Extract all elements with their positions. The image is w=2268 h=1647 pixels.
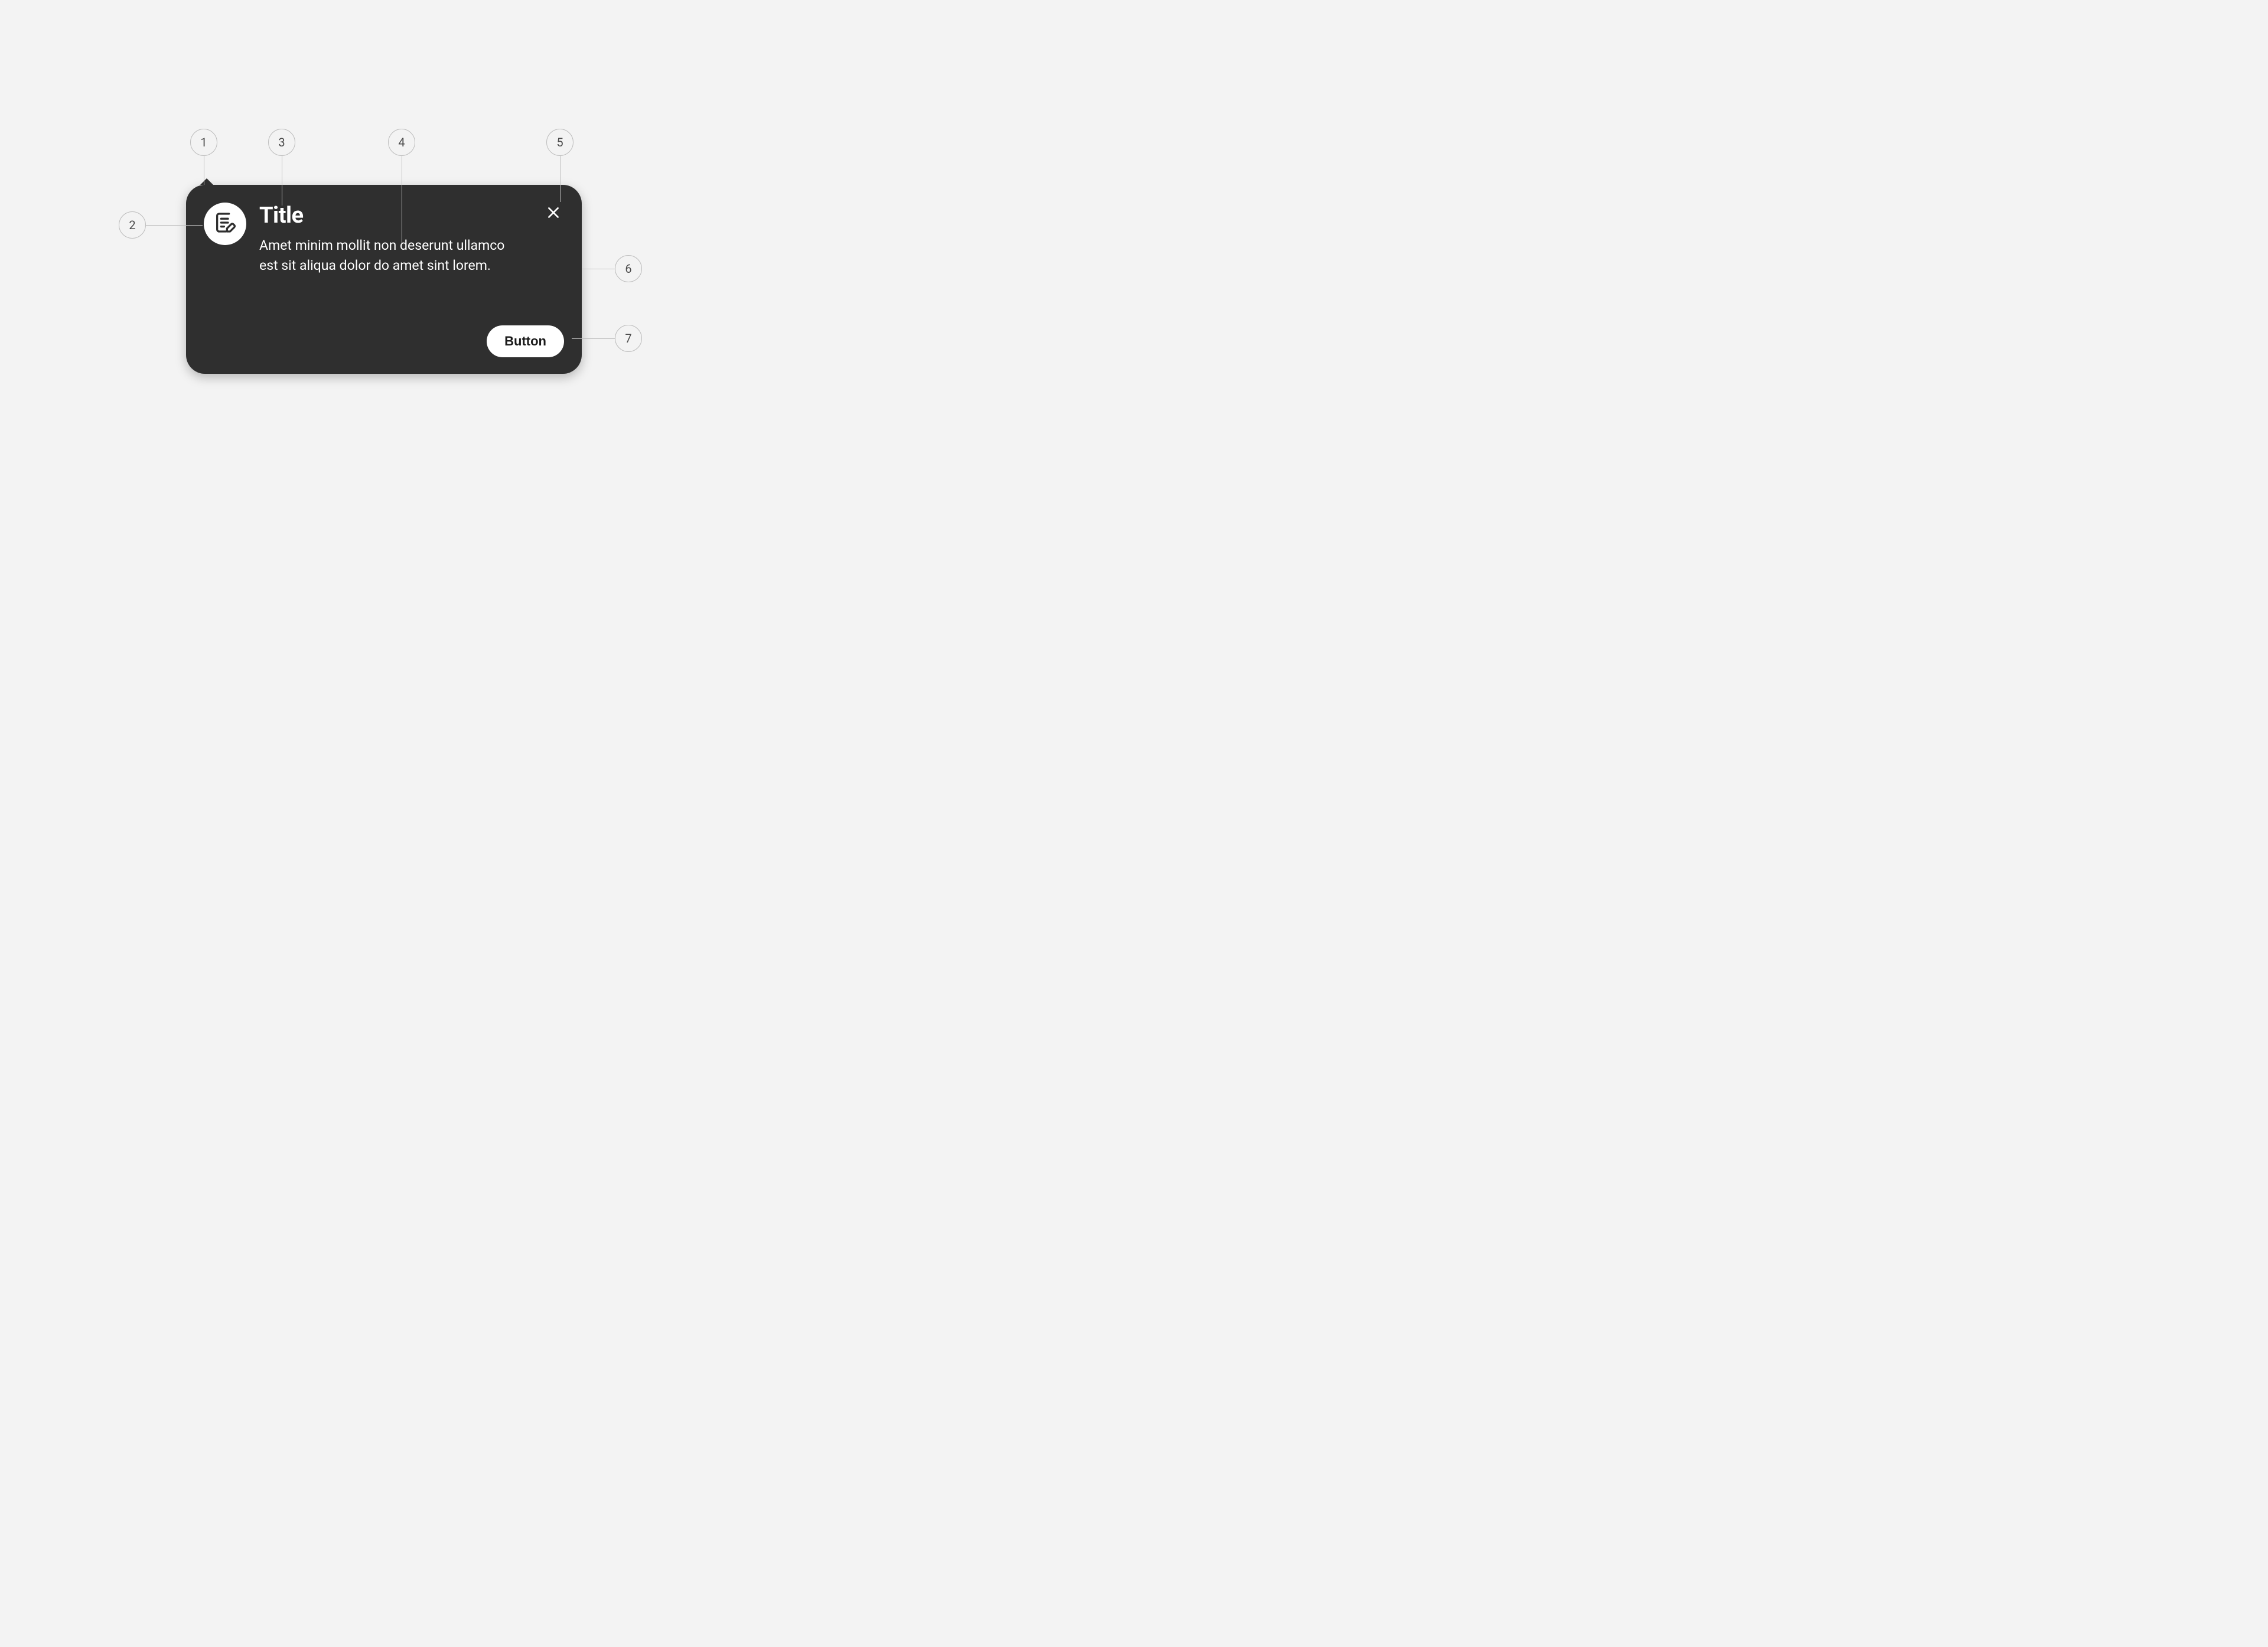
annotation-marker-2: 2 bbox=[119, 211, 146, 239]
annotation-marker-4: 4 bbox=[388, 129, 415, 156]
annotation-marker-6: 6 bbox=[615, 255, 642, 282]
close-button[interactable] bbox=[542, 201, 565, 225]
close-icon bbox=[546, 205, 561, 222]
edit-note-icon bbox=[213, 211, 237, 237]
popover-container: Title Amet minim mollit non deserunt ull… bbox=[186, 185, 582, 374]
leader-line bbox=[560, 156, 561, 202]
popover-description: Amet minim mollit non deserunt ullamco e… bbox=[259, 236, 513, 276]
popover-media-icon-container bbox=[204, 203, 246, 245]
annotation-marker-7: 7 bbox=[615, 325, 642, 352]
diagram-stage: 1 2 3 4 5 6 7 bbox=[0, 0, 756, 549]
leader-line bbox=[146, 225, 203, 226]
action-button[interactable]: Button bbox=[487, 325, 564, 357]
annotation-marker-5: 5 bbox=[546, 129, 573, 156]
annotation-marker-1: 1 bbox=[190, 129, 217, 156]
popover-title: Title bbox=[259, 204, 513, 229]
popover-text-column: Title Amet minim mollit non deserunt ull… bbox=[259, 203, 513, 276]
arrow-tip-icon bbox=[200, 178, 213, 185]
popover-body: Title Amet minim mollit non deserunt ull… bbox=[186, 185, 582, 276]
annotation-marker-3: 3 bbox=[268, 129, 295, 156]
leader-line bbox=[572, 338, 615, 339]
